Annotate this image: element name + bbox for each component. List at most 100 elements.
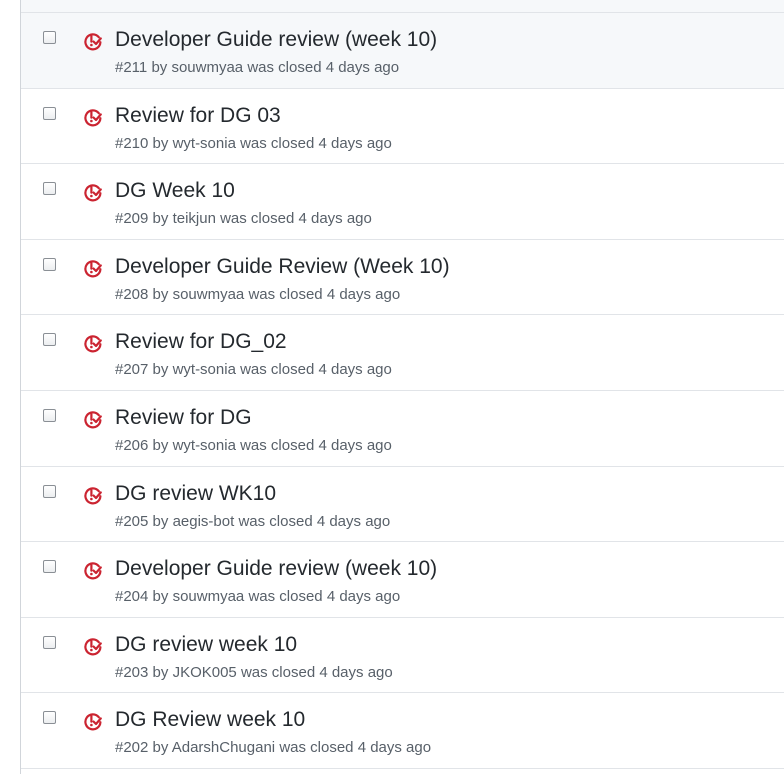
issue-row[interactable]: Review for DG 03 #210 by wyt-sonia was c…	[21, 88, 784, 165]
issue-closed-icon	[84, 108, 102, 127]
issue-select-checkbox[interactable]	[43, 257, 56, 271]
issue-author-link[interactable]: JKOK005	[173, 664, 237, 681]
issue-list: Developer Guide review (week 10) #211 by…	[21, 13, 784, 769]
issue-row[interactable]: Review for DG #206 by wyt-sonia was clos…	[21, 390, 784, 467]
meta-by: by	[152, 512, 169, 530]
issue-meta: #208 by souwmyaa was closed 4 days ago	[115, 286, 400, 304]
issue-closed-time: 4 days ago	[318, 134, 392, 152]
issue-select-checkbox[interactable]	[43, 635, 56, 649]
issue-closed-icon	[84, 411, 102, 429]
list-header-strip	[21, 0, 784, 13]
issue-meta: #209 by teikjun was closed 4 days ago	[115, 210, 372, 228]
issue-number: #203	[115, 663, 149, 681]
issue-number: #208	[115, 285, 149, 303]
issue-author-link[interactable]: souwmyaa	[173, 588, 245, 605]
issue-title-link[interactable]: Review for DG_02	[115, 329, 287, 355]
issue-author-link[interactable]: souwmyaa	[171, 59, 243, 76]
issue-meta: #205 by aegis-bot was closed 4 days ago	[115, 513, 390, 531]
issue-title-link[interactable]: Developer Guide Review (Week 10)	[115, 254, 450, 280]
issue-select-checkbox[interactable]	[43, 484, 56, 498]
issue-select-checkbox[interactable]	[43, 560, 56, 574]
issue-row[interactable]: Review for DG_02 #207 by wyt-sonia was c…	[21, 315, 784, 391]
meta-by: by	[152, 210, 169, 228]
issue-row[interactable]: DG review week 10 #203 by JKOK005 was cl…	[21, 617, 784, 694]
issue-closed-time: 4 days ago	[325, 59, 400, 76]
issue-title-link[interactable]: DG Review week 10	[115, 707, 305, 733]
issue-closed-icon	[84, 335, 102, 353]
meta-by: by	[152, 663, 169, 681]
meta-by: by	[152, 361, 169, 379]
issue-status-text: was closed	[240, 436, 315, 454]
issue-title-link[interactable]: Review for DG 03	[115, 103, 281, 129]
issue-closed-time: 4 days ago	[316, 512, 391, 530]
issue-author-link[interactable]: wyt-sonia	[173, 135, 236, 152]
issue-author-link[interactable]: wyt-sonia	[173, 437, 236, 454]
meta-by: by	[152, 588, 169, 606]
issue-closed-icon	[84, 260, 102, 278]
issue-meta: #204 by souwmyaa was closed 4 days ago	[115, 588, 400, 606]
issue-status-text: was closed	[220, 210, 295, 228]
issue-number: #210	[115, 134, 149, 152]
issue-closed-icon	[84, 713, 102, 731]
meta-by: by	[152, 739, 169, 757]
issue-number: #205	[115, 512, 149, 530]
issue-status-text: was closed	[238, 512, 313, 530]
issue-select-checkbox[interactable]	[43, 182, 56, 196]
issue-meta: #203 by JKOK005 was closed 4 days ago	[115, 664, 393, 682]
issue-closed-time: 4 days ago	[318, 436, 392, 454]
issue-select-checkbox[interactable]	[43, 31, 56, 44]
issue-meta: #210 by wyt-sonia was closed 4 days ago	[115, 135, 392, 153]
issue-status-text: was closed	[248, 588, 323, 606]
issue-status-text: was closed	[248, 285, 323, 303]
issue-closed-icon	[84, 184, 102, 202]
issue-number: #202	[115, 739, 149, 757]
issue-row[interactable]: DG review WK10 #205 by aegis-bot was clo…	[21, 466, 784, 543]
issue-number: #206	[115, 436, 149, 454]
issue-closed-time: 4 days ago	[298, 210, 372, 228]
issue-closed-time: 4 days ago	[326, 588, 401, 606]
issue-author-link[interactable]: AdarshChugani	[172, 739, 275, 756]
issue-status-text: was closed	[240, 134, 315, 152]
issue-status-text: was closed	[240, 361, 315, 379]
issue-number: #211	[115, 59, 148, 76]
issue-meta: #206 by wyt-sonia was closed 4 days ago	[115, 437, 392, 455]
issue-number: #209	[115, 210, 149, 228]
issue-author-link[interactable]: souwmyaa	[173, 286, 245, 303]
meta-by: by	[152, 436, 169, 454]
issue-title-link[interactable]: Review for DG	[115, 405, 252, 431]
issue-author-link[interactable]: aegis-bot	[173, 513, 235, 530]
issue-author-link[interactable]: teikjun	[173, 210, 216, 227]
issue-author-link[interactable]: wyt-sonia	[173, 361, 236, 378]
issue-title-link[interactable]: DG review WK10	[115, 481, 276, 507]
issue-number: #207	[115, 361, 149, 379]
issue-select-checkbox[interactable]	[43, 106, 56, 120]
issue-title-link[interactable]: Developer Guide review (week 10)	[115, 27, 437, 53]
issue-status-text: was closed	[240, 663, 316, 681]
issue-row[interactable]: Developer Guide review (week 10) #211 by…	[21, 13, 784, 89]
issue-select-checkbox[interactable]	[43, 408, 56, 422]
issue-closed-time: 4 days ago	[326, 285, 401, 303]
issue-meta: #211 by souwmyaa was closed 4 days ago	[115, 59, 399, 77]
issue-closed-icon	[84, 638, 102, 656]
meta-by: by	[152, 134, 169, 152]
issue-row[interactable]: DG Week 10 #209 by teikjun was closed 4 …	[21, 164, 784, 240]
issue-closed-time: 4 days ago	[319, 663, 393, 681]
issue-select-checkbox[interactable]	[43, 333, 56, 347]
issue-meta: #202 by AdarshChugani was closed 4 days …	[115, 739, 431, 757]
issue-status-text: was closed	[279, 739, 354, 757]
issue-select-checkbox[interactable]	[43, 711, 56, 725]
issue-row[interactable]: DG Review week 10 #202 by AdarshChugani …	[21, 693, 784, 769]
issue-title-link[interactable]: Developer Guide review (week 10)	[115, 556, 437, 582]
issue-title-link[interactable]: DG Week 10	[115, 178, 235, 204]
issue-meta: #207 by wyt-sonia was closed 4 days ago	[115, 361, 392, 379]
issue-row[interactable]: Developer Guide review (week 10) #204 by…	[21, 542, 784, 618]
issue-closed-time: 4 days ago	[318, 361, 392, 379]
issue-closed-icon	[84, 486, 102, 504]
issue-title-link[interactable]: DG review week 10	[115, 632, 297, 658]
issue-closed-icon	[84, 33, 102, 51]
issue-row[interactable]: Developer Guide Review (Week 10) #208 by…	[21, 239, 784, 316]
meta-by: by	[152, 285, 169, 303]
issue-list-container: Developer Guide review (week 10) #211 by…	[20, 0, 784, 774]
issue-number: #204	[115, 588, 149, 606]
meta-by: by	[151, 59, 168, 76]
